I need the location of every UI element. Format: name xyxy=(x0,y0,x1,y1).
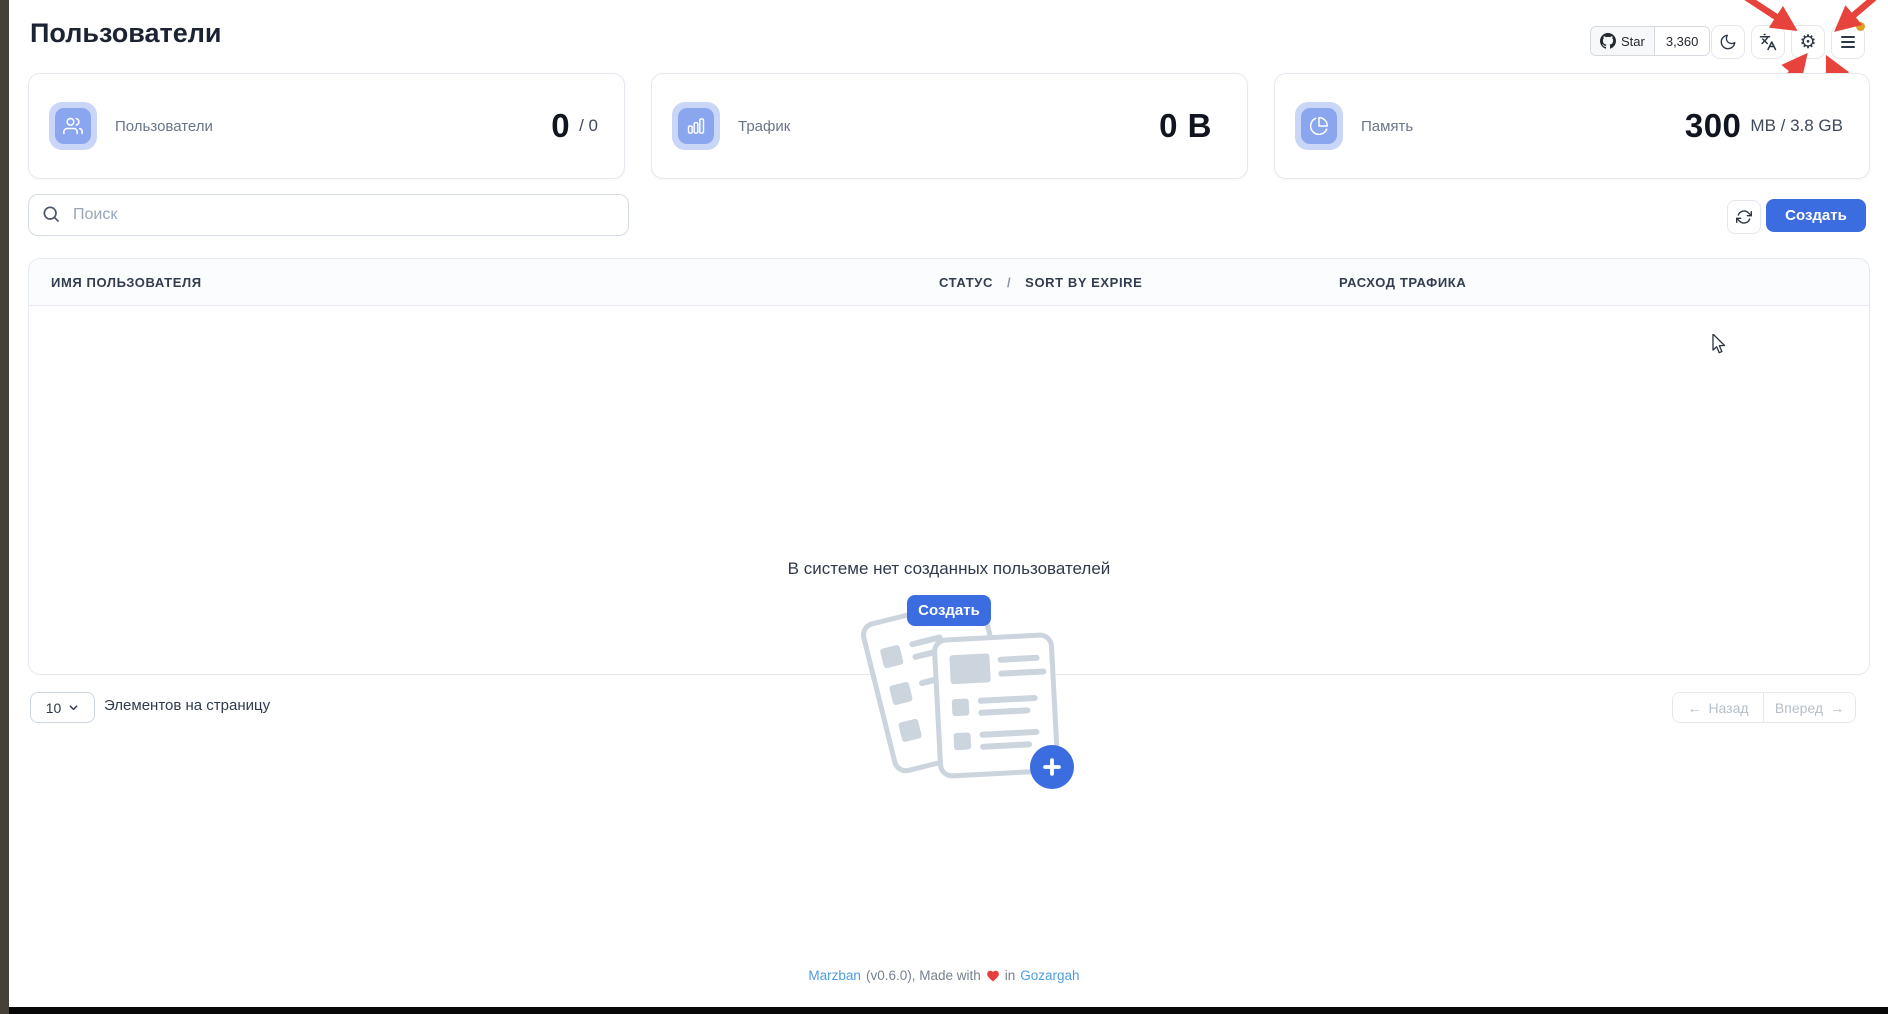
next-label: Вперед xyxy=(1775,700,1823,716)
refresh-button[interactable] xyxy=(1727,200,1761,234)
pagination-controls: ← Назад Вперед → xyxy=(1672,692,1856,723)
per-page-label: Элементов на страницу xyxy=(104,697,270,714)
stat-value: 0 xyxy=(551,107,570,145)
github-star-label: Star xyxy=(1621,34,1645,49)
heart-icon xyxy=(986,969,1000,983)
column-status: СТАТУС / SORT BY EXPIRE xyxy=(939,275,1142,290)
page-size-select[interactable]: 10 xyxy=(30,692,95,723)
stat-card-traffic: Трафик 0 B xyxy=(651,73,1248,179)
search-field xyxy=(28,194,629,236)
column-traffic: РАСХОД ТРАФИКА xyxy=(1339,275,1466,290)
notification-dot xyxy=(1856,22,1865,31)
prev-label: Назад xyxy=(1708,700,1748,716)
next-page-button[interactable]: Вперед → xyxy=(1764,693,1855,722)
theme-toggle-button[interactable] xyxy=(1711,25,1745,59)
footer-text: (v0.6.0), Made with xyxy=(866,968,981,983)
search-icon xyxy=(41,204,61,229)
github-star-count[interactable]: 3,360 xyxy=(1655,27,1710,55)
footer-in-text: in xyxy=(1005,968,1016,983)
github-icon xyxy=(1600,33,1616,49)
add-icon xyxy=(1030,745,1074,789)
table-header-row: ИМЯ ПОЛЬЗОВАТЕЛЯ СТАТУС / SORT BY EXPIRE… xyxy=(29,259,1869,306)
create-button[interactable]: Создать xyxy=(1766,199,1866,232)
prev-page-button[interactable]: ← Назад xyxy=(1673,693,1764,722)
page-size-value: 10 xyxy=(46,700,62,716)
github-star-widget[interactable]: Star 3,360 xyxy=(1590,26,1710,56)
hamburger-icon xyxy=(1841,36,1855,48)
arrow-right-icon: → xyxy=(1830,700,1844,716)
stat-label: Память xyxy=(1361,74,1413,178)
translate-icon xyxy=(1759,33,1777,51)
traffic-icon-tile xyxy=(672,102,720,150)
chevron-down-icon xyxy=(68,702,79,713)
header-separator: / xyxy=(1007,275,1011,290)
traffic-icon xyxy=(678,108,714,144)
memory-icon xyxy=(1301,108,1337,144)
moon-icon xyxy=(1719,33,1737,51)
page-title: Пользователи xyxy=(30,18,221,49)
column-username: ИМЯ ПОЛЬЗОВАТЕЛЯ xyxy=(51,275,202,290)
stat-value: 0 B xyxy=(1159,107,1212,145)
footer: Marzban (v0.6.0), Made with in Gozargah xyxy=(0,968,1888,983)
empty-state-message: В системе нет созданных пользователей xyxy=(29,559,1869,579)
refresh-icon xyxy=(1736,209,1752,225)
stat-suffix: MB / 3.8 GB xyxy=(1750,116,1843,136)
settings-button[interactable]: ⚙ xyxy=(1791,25,1825,59)
stat-label: Трафик xyxy=(738,74,790,178)
stat-card-users: Пользователи 0 / 0 xyxy=(28,73,625,179)
stat-card-memory: Память 300 MB / 3.8 GB xyxy=(1274,73,1870,179)
marzban-link[interactable]: Marzban xyxy=(808,968,861,983)
users-table: ИМЯ ПОЛЬЗОВАТЕЛЯ СТАТУС / SORT BY EXPIRE… xyxy=(28,258,1870,675)
users-icon xyxy=(55,108,91,144)
users-icon-tile xyxy=(49,102,97,150)
marzban-users-page: Пользователи Star 3,360 ⚙ xyxy=(0,0,1888,1014)
empty-state-illustration xyxy=(849,605,1079,790)
stat-value: 300 xyxy=(1685,107,1742,145)
window-left-edge xyxy=(0,0,9,1014)
empty-create-button[interactable]: Создать xyxy=(907,595,991,626)
gear-icon: ⚙ xyxy=(1799,33,1816,52)
sort-by-expire-control[interactable]: SORT BY EXPIRE xyxy=(1025,275,1142,290)
arrow-left-icon: ← xyxy=(1687,700,1701,716)
gozargah-link[interactable]: Gozargah xyxy=(1020,968,1079,983)
memory-icon-tile xyxy=(1295,102,1343,150)
status-header-label: СТАТУС xyxy=(939,275,993,290)
stat-suffix: / 0 xyxy=(579,116,598,136)
stat-label: Пользователи xyxy=(115,74,213,178)
window-bottom-edge xyxy=(9,1007,1888,1014)
search-input[interactable] xyxy=(28,194,629,236)
github-star-button[interactable]: Star xyxy=(1591,27,1655,55)
language-button[interactable] xyxy=(1751,25,1785,59)
